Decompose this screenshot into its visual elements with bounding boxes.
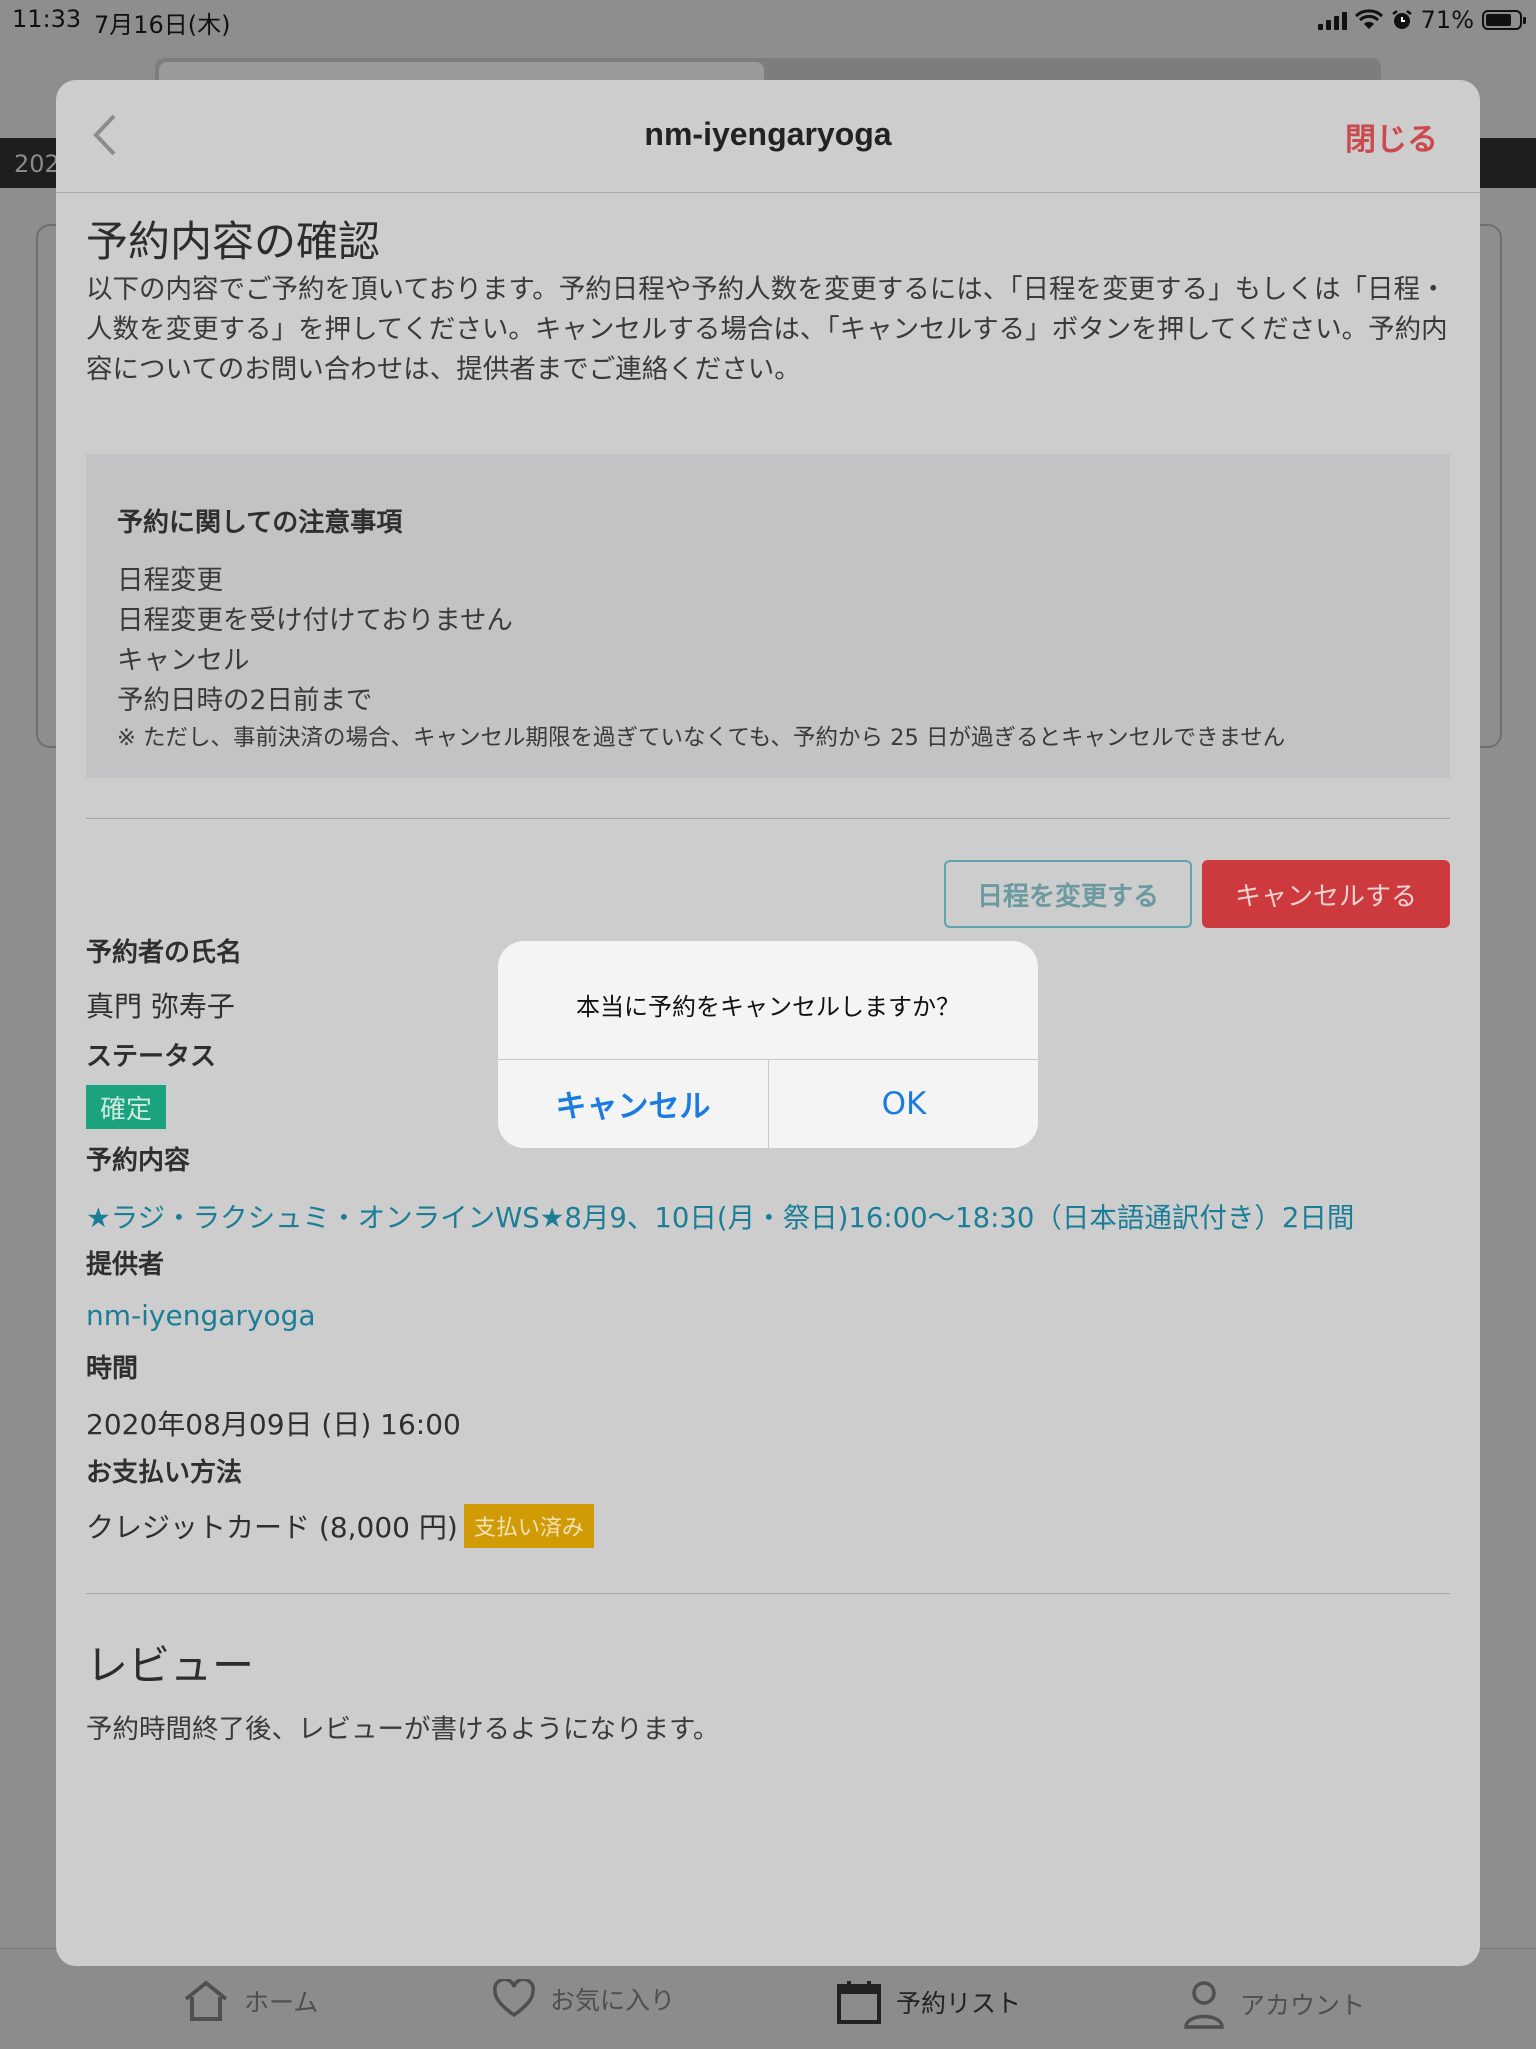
home-icon bbox=[184, 1980, 228, 2021]
tab-reservations[interactable]: 予約リスト bbox=[836, 1979, 1021, 2025]
payment-label: お支払い方法 bbox=[86, 1458, 243, 1488]
battery-percent: 71% bbox=[1420, 6, 1474, 34]
sheet-navbar: nm-iyengaryoga 閉じる bbox=[56, 80, 1480, 193]
content-label: 予約内容 bbox=[86, 1146, 191, 1176]
status-label: ステータス bbox=[86, 1042, 217, 1072]
name-label: 予約者の氏名 bbox=[86, 938, 243, 968]
status-time: 11:33 bbox=[12, 5, 82, 33]
alert-ok-button[interactable]: OK bbox=[769, 1059, 1038, 1148]
alarm-icon bbox=[1391, 10, 1412, 29]
tab-home[interactable]: ホーム bbox=[182, 1979, 318, 2023]
paid-badge: 支払い済み bbox=[463, 1504, 594, 1548]
heart-icon bbox=[493, 1979, 535, 2018]
time-label: 時間 bbox=[86, 1354, 139, 1384]
alert-message: 本当に予約をキャンセルしますか？ bbox=[576, 993, 960, 1021]
battery-icon bbox=[1482, 10, 1526, 30]
page-heading: 予約内容の確認 bbox=[86, 217, 381, 266]
calendar-icon bbox=[837, 1981, 881, 2024]
alert-cancel-button[interactable]: キャンセル bbox=[498, 1059, 768, 1148]
cellular-signal-icon bbox=[1317, 10, 1347, 30]
tab-account-label: アカウント bbox=[1240, 1991, 1366, 2020]
provider-link[interactable]: nm-iyengaryoga bbox=[86, 1299, 316, 1332]
close-button[interactable]: 閉じる bbox=[1345, 114, 1438, 159]
review-note: 予約時間終了後、レビューが書けるようになります。 bbox=[86, 1714, 720, 1745]
tab-account[interactable]: アカウント bbox=[1182, 1979, 1365, 2029]
tab-reservations-label: 予約リスト bbox=[896, 1989, 1022, 2018]
name-value: 真門 弥寿子 bbox=[86, 990, 235, 1023]
wifi-icon bbox=[1354, 9, 1383, 29]
status-date: 7月16日(木) bbox=[94, 11, 231, 39]
notice-footnote: ※ ただし、事前決済の場合、キャンセル期限を過ぎていなくても、予約から 25 日… bbox=[117, 725, 1286, 751]
person-icon bbox=[1184, 1981, 1224, 2029]
divider bbox=[86, 1593, 1450, 1594]
notice-title: 予約に関しての注意事項 bbox=[117, 508, 403, 538]
provider-label: 提供者 bbox=[86, 1250, 165, 1280]
notice-line: 日程変更を受け付けておりません bbox=[117, 605, 513, 636]
payment-value: クレジットカード (8,000 円) bbox=[86, 1511, 458, 1544]
reschedule-button[interactable]: 日程を変更する bbox=[944, 860, 1192, 928]
status-badge: 確定 bbox=[86, 1085, 166, 1129]
status-bar: 11:33 7月16日(木) 71% bbox=[0, 0, 1536, 40]
time-value: 2020年08月09日 (日) 16:00 bbox=[86, 1408, 461, 1441]
divider bbox=[86, 818, 1450, 819]
notice-line: 日程変更 bbox=[117, 565, 223, 596]
reservation-content-link[interactable]: ★ラジ・ラクシュミ・オンラインWS★8月9、10日(月・祭日)16:00〜18:… bbox=[86, 1195, 1354, 1235]
tab-favorites[interactable]: お気に入り bbox=[492, 1979, 675, 2019]
cancel-confirm-alert: 本当に予約をキャンセルしますか？ キャンセル OK bbox=[498, 941, 1038, 1148]
notice-box: 予約に関しての注意事項 日程変更 日程変更を受け付けておりません キャンセル 予… bbox=[86, 454, 1450, 778]
sheet-title: nm-iyengaryoga bbox=[644, 116, 892, 152]
review-heading: レビュー bbox=[86, 1641, 255, 1690]
intro-text: 以下の内容でご予約を頂いております。予約日程や予約人数を変更するには、「日程を変… bbox=[86, 274, 1448, 385]
background-date-text: 202 bbox=[14, 150, 60, 178]
notice-line: 予約日時の2日前まで bbox=[117, 685, 373, 716]
tab-home-label: ホーム bbox=[244, 1988, 319, 2017]
notice-line: キャンセル bbox=[117, 645, 250, 676]
tab-favorites-label: お気に入り bbox=[550, 1986, 676, 2015]
payment-row: クレジットカード (8,000 円) 支払い済み bbox=[86, 1504, 594, 1551]
cancel-reservation-button[interactable]: キャンセルする bbox=[1202, 860, 1450, 928]
